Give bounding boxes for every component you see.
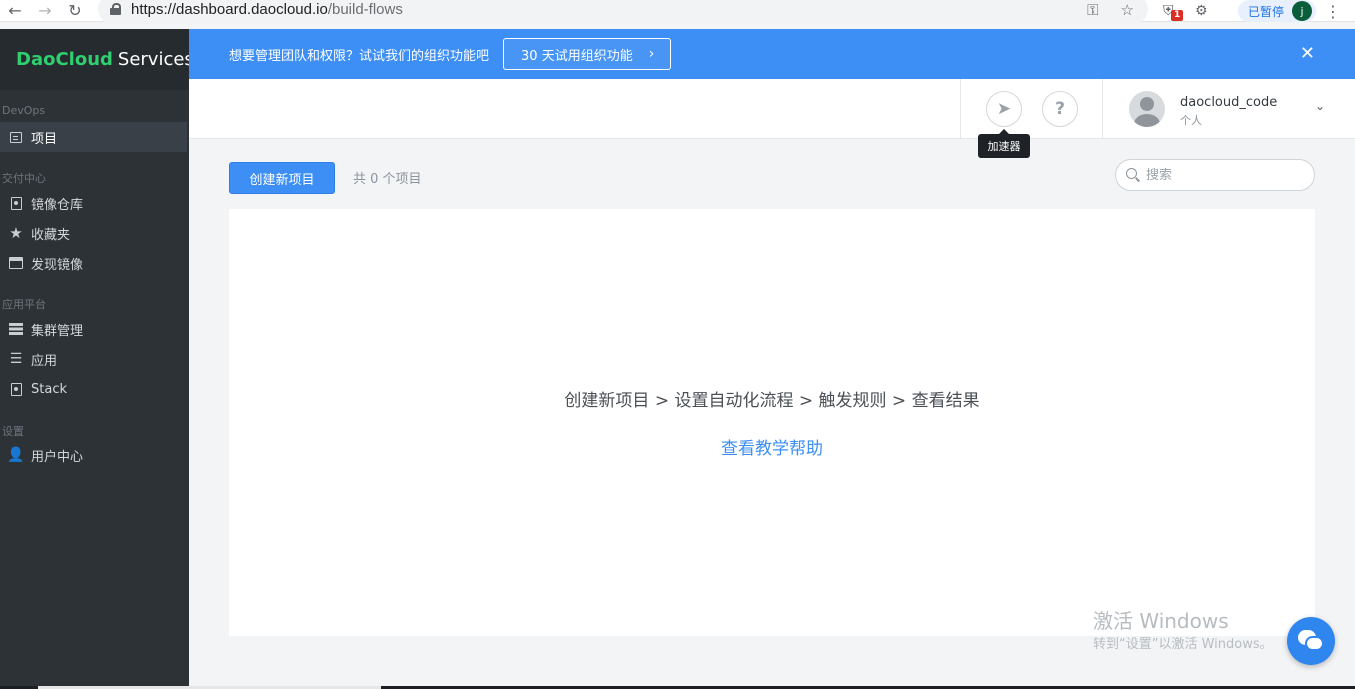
divider (1102, 79, 1103, 138)
sidebar-item-stack[interactable]: Stack (0, 374, 187, 404)
avatar[interactable] (1129, 91, 1165, 127)
sidebar-item-favorites[interactable]: ★ 收藏夹 (0, 218, 187, 248)
list-icon (9, 130, 23, 144)
sidebar: DaoCloud Services DevOps 项目 交付中心 镜像仓库 ★ 收… (0, 29, 194, 689)
projects-panel: 创建新项目 > 设置自动化流程 > 触发规则 > 查看结果 查看教学帮助 (229, 209, 1315, 636)
project-count: 共 0 个项目 (353, 172, 422, 187)
cluster-icon (9, 322, 23, 336)
windows-watermark-title: 激活 Windows (1093, 609, 1229, 633)
search-input[interactable] (1146, 167, 1306, 183)
close-icon[interactable]: ✕ (1300, 43, 1315, 64)
help-icon[interactable]: ? (1042, 91, 1078, 127)
sidebar-item-image-repo[interactable]: 镜像仓库 (0, 188, 187, 218)
extension-badge: 1 (1171, 10, 1184, 21)
tutorial-link[interactable]: 查看教学帮助 (229, 434, 1315, 459)
accelerator-tooltip: 加速器 (978, 129, 1030, 158)
empty-state-steps: 创建新项目 > 设置自动化流程 > 触发规则 > 查看结果 (564, 391, 980, 411)
window-icon (9, 256, 23, 270)
sidebar-item-apps[interactable]: ☰ 应用 (0, 344, 187, 374)
sidebar-item-cluster[interactable]: 集群管理 (0, 314, 187, 344)
sidebar-item-user-center[interactable]: 👤 用户中心 (0, 440, 187, 470)
profile-paused-button[interactable]: 已暂停 j (1238, 0, 1316, 22)
browser-toolbar: ← → ↻ https://dashboard.daocloud.io/buil… (0, 0, 1355, 24)
layers-icon: ☰ (9, 351, 23, 367)
chevron-right-icon: › (648, 46, 655, 62)
windows-watermark-subtitle: 转到“设置”以激活 Windows。 (1093, 637, 1273, 652)
username[interactable]: daocloud_code (1180, 95, 1277, 110)
sidebar-item-projects[interactable]: 项目 (0, 122, 187, 152)
back-icon[interactable]: ← (0, 0, 30, 22)
forward-icon[interactable]: → (30, 0, 60, 22)
section-delivery: 交付中心 (2, 172, 46, 185)
section-devops: DevOps (2, 104, 46, 117)
user-icon: 👤 (7, 447, 25, 463)
banner-message: 想要管理团队和权限？试试我们的组织功能吧 (229, 48, 490, 64)
rocket-icon[interactable]: ➤ (986, 91, 1022, 127)
extension-shield-icon[interactable]: ⛨ 1 (1163, 0, 1184, 22)
url-text: https://dashboard.daocloud.io/build-flow… (131, 0, 403, 18)
stack-icon (9, 382, 23, 396)
paused-label: 已暂停 (1248, 4, 1285, 19)
search-box[interactable] (1115, 159, 1315, 191)
brand-logo[interactable]: DaoCloud Services (0, 29, 194, 90)
create-project-button[interactable]: 创建新项目 (229, 162, 335, 194)
account-type: 个人 (1180, 114, 1202, 127)
profile-avatar: j (1292, 1, 1312, 21)
top-header: ➤ ? daocloud_code 个人 ⌄ (189, 79, 1355, 139)
sidebar-item-discover-images[interactable]: 发现镜像 (0, 248, 187, 278)
extension-icon[interactable]: ⚙ (1195, 0, 1208, 22)
lock-icon (110, 3, 121, 15)
divider (960, 79, 961, 138)
promo-banner: 想要管理团队和权限？试试我们的组织功能吧 30 天试用组织功能 › ✕ (189, 29, 1355, 79)
bookmark-star-icon[interactable]: ☆ (1121, 1, 1134, 19)
chat-button[interactable] (1287, 617, 1335, 665)
key-icon[interactable]: ⚿ (1087, 1, 1098, 19)
section-settings: 设置 (2, 425, 24, 438)
star-icon: ★ (9, 224, 23, 242)
repo-icon (9, 196, 23, 210)
search-icon (1126, 168, 1140, 182)
section-platform: 应用平台 (2, 298, 46, 311)
reload-icon[interactable]: ↻ (60, 0, 90, 22)
chevron-down-icon[interactable]: ⌄ (1315, 99, 1325, 113)
address-bar[interactable]: https://dashboard.daocloud.io/build-flow… (98, 0, 1148, 24)
more-menu-icon[interactable]: ⋮ (1325, 0, 1341, 22)
trial-org-button[interactable]: 30 天试用组织功能 › (503, 38, 672, 70)
